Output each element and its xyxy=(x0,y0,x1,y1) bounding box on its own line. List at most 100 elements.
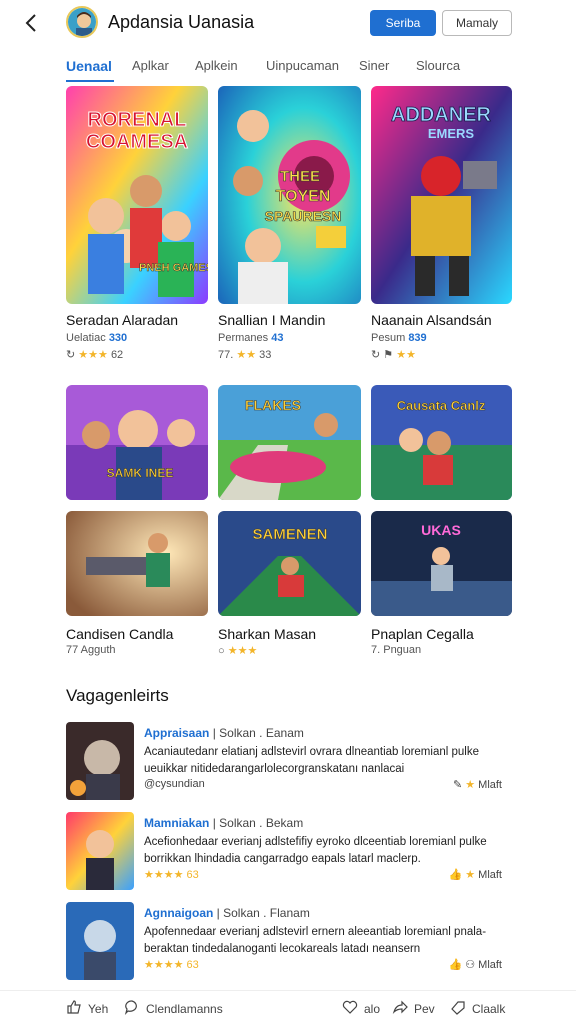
tab-2[interactable]: Aplkar xyxy=(132,58,169,73)
back-arrow-icon[interactable] xyxy=(22,12,42,34)
game-thumbnail[interactable]: ADDANER EMERS xyxy=(371,86,512,304)
review-item[interactable]: Agnnaigoan | Solkan . Flanam Apofennedaa… xyxy=(66,902,512,988)
comment-icon xyxy=(124,999,140,1018)
share-icon xyxy=(392,999,408,1018)
card-sub-text: 7. Pnguan xyxy=(371,644,422,656)
review-action[interactable]: 👍 ★ Mlaft xyxy=(448,868,502,881)
tab-1[interactable]: Uenaal xyxy=(66,58,112,74)
card-meta: Pesum 839 xyxy=(371,332,427,344)
review-action-label: Mlaft xyxy=(478,869,502,881)
app-avatar[interactable] xyxy=(66,6,98,38)
review-meta: ★★★★ 63 xyxy=(144,959,199,971)
primary-button[interactable]: Seriba xyxy=(370,10,436,36)
like-label: Yeh xyxy=(88,1001,109,1016)
reviewer-avatar xyxy=(66,722,134,800)
card-meta: Uelatiac 330 xyxy=(66,332,127,344)
comment-label: Clendlamanns xyxy=(146,1001,223,1016)
game-thumbnail[interactable]: SAMENEN xyxy=(218,511,361,616)
thumb-icon: ↻ ⚑ xyxy=(371,349,394,361)
reviewer-name[interactable]: Agnnaigoan xyxy=(144,906,213,920)
game-card[interactable]: SAMENEN Sharkan Masan ○ ★★★ xyxy=(218,511,361,661)
top-header: Apdansia Uanasia Seriba Mamaly xyxy=(0,0,576,48)
card-title: Candisen Candla xyxy=(66,626,174,642)
share-button[interactable]: Pev xyxy=(392,999,435,1018)
rating-count: 33 xyxy=(259,349,272,361)
active-tab-indicator xyxy=(66,80,114,82)
tag-label: Claalk xyxy=(472,1001,506,1016)
reviewer-avatar xyxy=(66,902,134,980)
card-title: Seradan Alaradan xyxy=(66,312,179,328)
review-head-rest: | Solkan . Flanam xyxy=(213,906,310,920)
card-title: Naanain Alsandsán xyxy=(371,312,492,328)
game-card[interactable]: Candisen Candla 77 Agguth xyxy=(66,511,208,661)
thumb-icon: ↻ xyxy=(66,349,76,361)
card-title: Pnaplan Cegalla xyxy=(371,626,474,642)
game-card[interactable]: UKAS Pnaplan Cegalla 7. Pnguan xyxy=(371,511,512,661)
star-icon: ★ xyxy=(465,869,476,881)
review-header: Agnnaigoan | Solkan . Flanam xyxy=(144,906,310,920)
tag-button[interactable]: Claalk xyxy=(450,999,505,1018)
reviewer-name[interactable]: Appraisaan xyxy=(144,726,209,740)
game-thumbnail[interactable]: Causata Canlz xyxy=(371,385,512,500)
review-header: Mamniakan | Solkan . Bekam xyxy=(144,816,303,830)
star-rating: ★★ xyxy=(396,349,416,361)
review-action[interactable]: ✎ ★ Mlaft xyxy=(453,778,502,791)
game-thumbnail[interactable]: UKAS xyxy=(371,511,512,616)
review-item[interactable]: Mamniakan | Solkan . Bekam Acefionhedaar… xyxy=(66,812,512,898)
card-sub-text: Uelatiac xyxy=(66,332,106,344)
review-meta: ★★★★ 63 xyxy=(144,869,199,881)
review-action[interactable]: 👍 ⚇ Mlaft xyxy=(448,958,502,971)
thumb-logo-text: COAMESA xyxy=(86,131,188,153)
tag-icon xyxy=(450,999,466,1018)
app-title: Apdansia Uanasia xyxy=(108,12,255,32)
game-thumbnail[interactable]: THEE TOYEN SPAURESN xyxy=(218,86,361,304)
review-header: Appraisaan | Solkan . Eanam xyxy=(144,726,304,740)
thumb-logo-text: SAMENEN xyxy=(252,526,327,543)
game-card[interactable]: ADDANER EMERS Naanain Alsandsán Pesum 83… xyxy=(371,86,512,361)
card-sub-text: Permanes xyxy=(218,332,269,344)
secondary-button[interactable]: Mamaly xyxy=(442,10,512,36)
card-badge: 43 xyxy=(271,332,284,344)
card-meta: Permanes 43 xyxy=(218,332,283,344)
thumb-icon: ✎ xyxy=(452,779,463,791)
game-thumbnail[interactable]: FLAKES xyxy=(218,385,361,500)
thumb-logo-text: EMERS xyxy=(428,126,475,141)
rating-prefix: 77. xyxy=(218,349,237,361)
thumb-logo-text: UKAS xyxy=(421,522,461,538)
comment-button[interactable]: Clendlamanns xyxy=(124,999,223,1018)
thumb-logo-text: Causata Canlz xyxy=(397,398,486,413)
thumbs-up-icon xyxy=(66,999,82,1018)
rating-count: 62 xyxy=(110,349,124,361)
star-rating: ★★ xyxy=(236,349,257,361)
game-card[interactable]: RORENAL COAMESA PNEH GAMES Seradan Alara… xyxy=(66,86,208,361)
game-thumbnail[interactable]: SAMK INEE xyxy=(66,385,208,500)
reviewer-name[interactable]: Mamniakan xyxy=(144,816,209,830)
thumb-logo-text: FLAKES xyxy=(245,397,301,413)
thumb-logo-text: TOYEN xyxy=(276,188,331,205)
card-badge: 839 xyxy=(408,332,427,344)
like-button[interactable]: Yeh xyxy=(66,999,108,1018)
category-tabs: Uenaal Aplkar Aplkein Uinpucaman Siner S… xyxy=(0,52,576,84)
game-card[interactable]: THEE TOYEN SPAURESN Snallian I Mandin Pe… xyxy=(218,86,361,361)
review-meta: @cysundian xyxy=(144,778,205,790)
game-thumbnail[interactable]: RORENAL COAMESA PNEH GAMES xyxy=(66,86,208,304)
star-rating: ★★★ xyxy=(78,349,108,361)
card-title: Sharkan Masan xyxy=(218,626,317,642)
review-text: Acefionhedaar everianj adlstefifiy eyrok… xyxy=(144,836,487,865)
game-thumbnail[interactable] xyxy=(66,511,208,616)
tab-6[interactable]: Slourca xyxy=(416,58,460,73)
thumb-icon: 👍 ⚇ xyxy=(448,959,476,971)
favorite-label: alo xyxy=(364,1001,381,1016)
thumb-logo-text: ADDANER xyxy=(391,104,492,126)
card-rating: 77. ★★ 33 xyxy=(218,348,271,361)
thumb-logo-text: RORENAL xyxy=(88,109,187,131)
reviewer-avatar xyxy=(66,812,134,890)
review-item[interactable]: Appraisaan | Solkan . Eanam Acaniautedan… xyxy=(66,722,512,808)
favorite-button[interactable]: alo xyxy=(342,999,380,1018)
tab-5[interactable]: Siner xyxy=(359,58,389,73)
star-icon: ★ xyxy=(465,779,476,791)
tab-4[interactable]: Uinpucaman xyxy=(266,58,339,73)
review-action-label: Mlaft xyxy=(478,779,502,791)
card-title: Snallian I Mandin xyxy=(218,312,326,328)
tab-3[interactable]: Aplkein xyxy=(195,58,238,73)
